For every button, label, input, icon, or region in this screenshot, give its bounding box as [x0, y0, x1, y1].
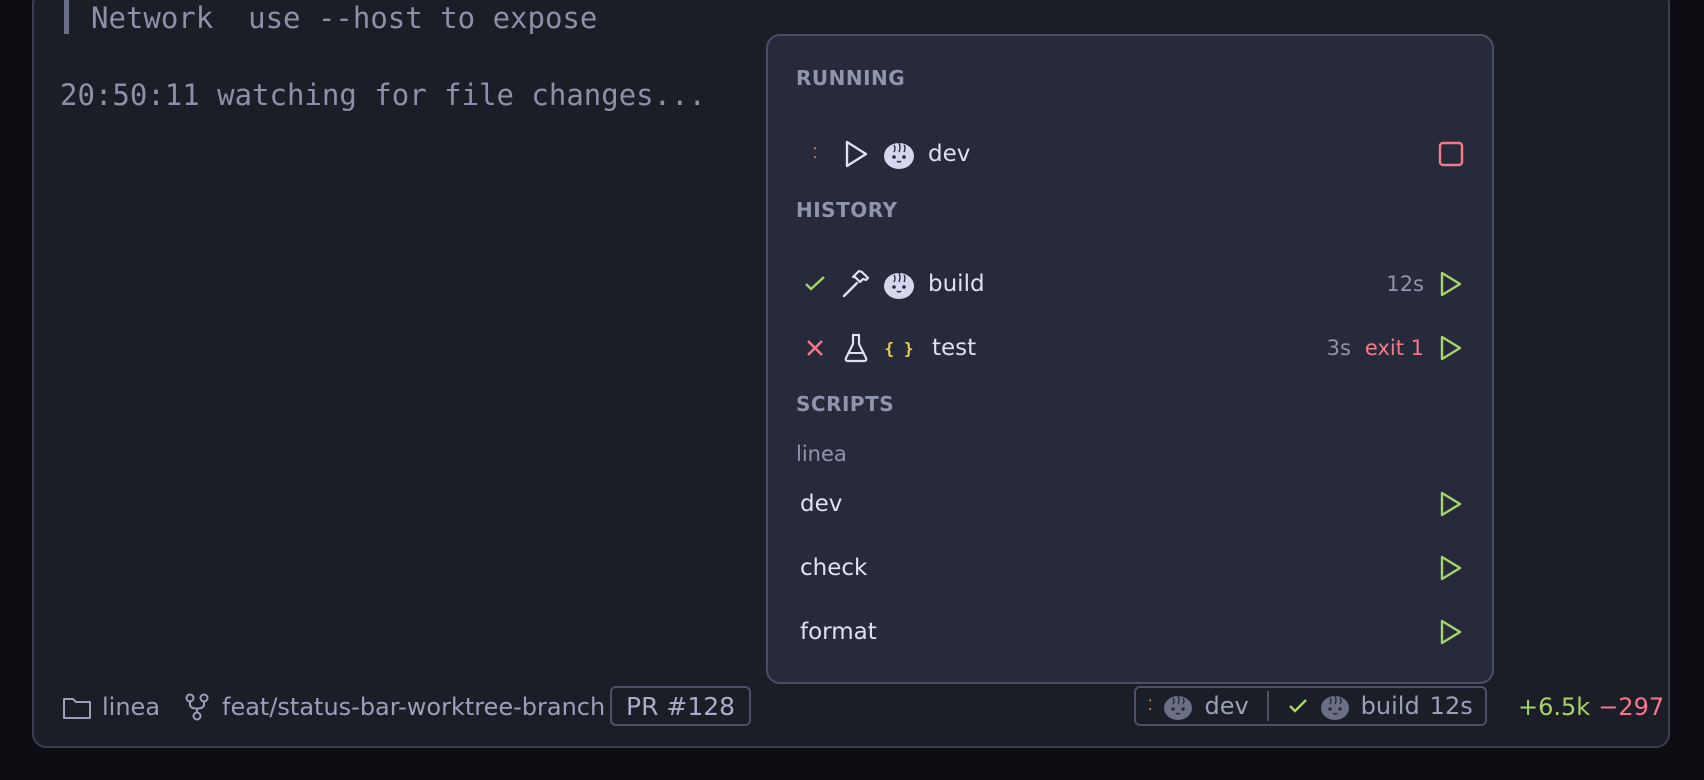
- task-status[interactable]: ⁚ dev build 12s: [1134, 686, 1487, 726]
- terminal-output-line: Network use --host to expose: [64, 0, 597, 35]
- status-branch[interactable]: feat/status-bar-worktree-branch: [182, 690, 605, 724]
- json-braces-icon: { }: [884, 338, 914, 358]
- script-row-dev[interactable]: dev: [800, 482, 1464, 526]
- bun-icon: [1319, 691, 1351, 721]
- script-row-check[interactable]: check: [800, 546, 1464, 590]
- branch-label: feat/status-bar-worktree-branch: [222, 693, 606, 721]
- section-title-running: RUNNING: [796, 66, 906, 90]
- task-label: dev: [928, 141, 971, 167]
- pr-badge[interactable]: PR #128: [610, 686, 752, 726]
- quote-bar: [64, 0, 69, 34]
- check-icon: [1287, 697, 1309, 715]
- script-group-label: linea: [796, 442, 847, 466]
- task-label: build: [928, 271, 985, 297]
- running-task-label: dev: [1204, 692, 1249, 720]
- section-title-history: HISTORY: [796, 198, 898, 222]
- exit-code: exit 1: [1364, 336, 1424, 360]
- spinner-icon: ⁚: [1148, 698, 1153, 714]
- folder-icon: [62, 694, 92, 720]
- diff-added: +6.5k: [1518, 693, 1591, 721]
- script-label: format: [800, 619, 877, 645]
- check-icon: [796, 275, 834, 293]
- history-row-build[interactable]: build 12s: [796, 262, 1464, 306]
- running-task-row[interactable]: ⁚ dev: [796, 132, 1464, 176]
- x-icon: [796, 338, 834, 358]
- task-label: test: [932, 335, 977, 361]
- git-branch-icon: [182, 692, 212, 722]
- hammer-icon: [834, 268, 878, 300]
- script-label: dev: [800, 491, 843, 517]
- terminal-output-line: 20:50:11 watching for file changes...: [60, 78, 707, 112]
- task-runner-popup: RUNNING ⁚ dev HISTORY build 12s {} test…: [766, 34, 1494, 684]
- play-icon[interactable]: [1438, 618, 1464, 646]
- history-row-test[interactable]: { } test 3s exit 1: [796, 326, 1464, 370]
- bun-icon: [878, 138, 920, 170]
- spinner-icon: ⁚: [812, 146, 818, 162]
- last-task-duration: 12s: [1429, 692, 1473, 720]
- diff-removed: −297: [1598, 693, 1665, 721]
- folder-label: linea: [102, 693, 161, 721]
- play-icon[interactable]: [1438, 490, 1464, 518]
- play-icon: [834, 139, 878, 169]
- status-folder[interactable]: linea: [62, 690, 160, 724]
- task-duration: 3s: [1326, 336, 1351, 360]
- stop-icon[interactable]: [1438, 141, 1464, 167]
- section-title-scripts: SCRIPTS: [796, 392, 895, 416]
- bun-icon: [1162, 691, 1194, 721]
- play-icon[interactable]: [1438, 334, 1464, 362]
- bun-icon: [878, 268, 920, 300]
- status-bar: linea feat/status-bar-worktree-branch PR…: [34, 682, 1668, 732]
- task-duration: 12s: [1386, 272, 1424, 296]
- play-icon[interactable]: [1438, 270, 1464, 298]
- play-icon[interactable]: [1438, 554, 1464, 582]
- script-label: check: [800, 555, 868, 581]
- divider: [1266, 691, 1269, 721]
- flask-icon: [834, 332, 878, 364]
- last-task-label: build: [1360, 692, 1420, 720]
- diff-stats[interactable]: +6.5k −297: [1518, 690, 1664, 724]
- script-row-format[interactable]: format: [800, 610, 1464, 654]
